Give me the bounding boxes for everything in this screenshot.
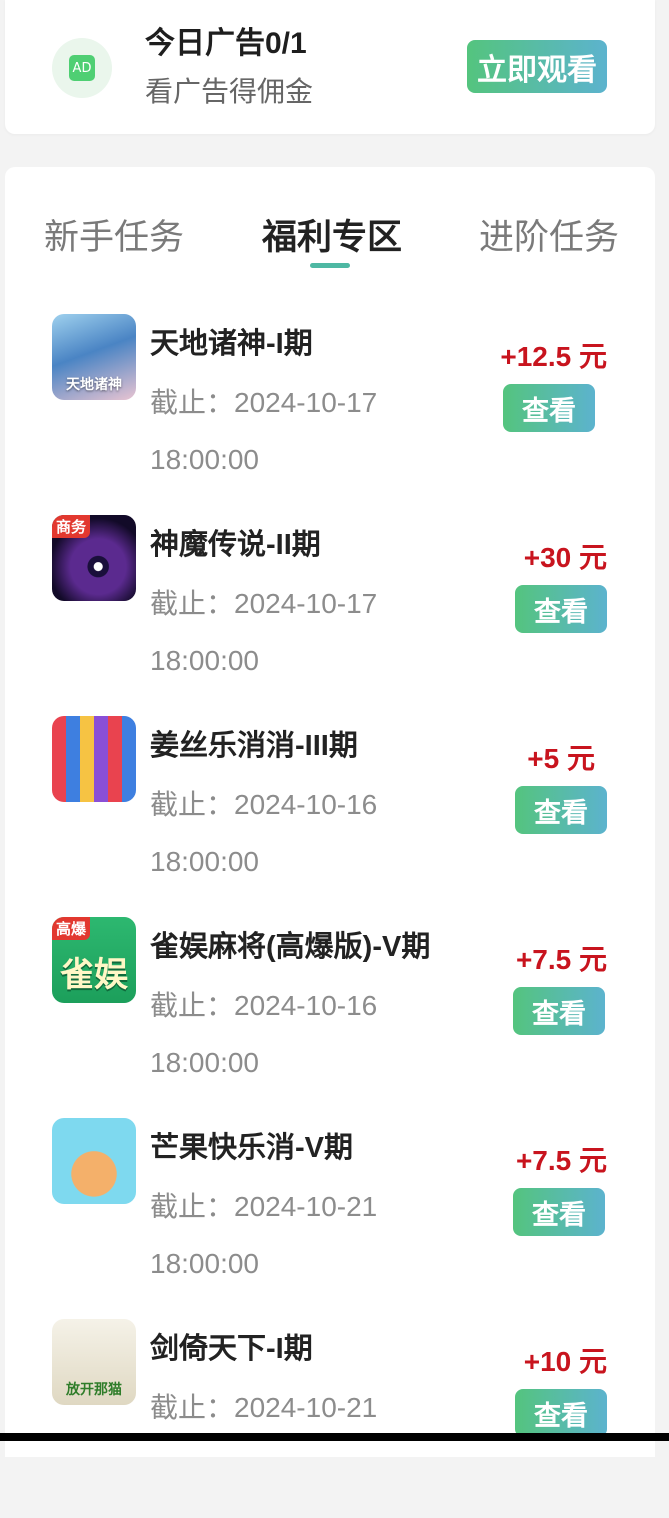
deadline-time: 18:00:00 — [150, 1047, 259, 1078]
task-reward: +7.5 元 — [515, 1145, 607, 1176]
thumbnail-badge: 商务 — [52, 515, 91, 538]
game-thumbnail: 商务 — [52, 515, 136, 601]
deadline-label: 截止： — [150, 990, 235, 1021]
thumbnail-caption: 放开那猫 — [66, 1381, 122, 1397]
thumbnail-caption: 天地诸神 — [66, 376, 122, 392]
tab-welfare-zone[interactable]: 福利专区 — [262, 209, 402, 260]
task-deadline: 截止：2024-10-16 18:00:00 — [150, 977, 410, 1091]
task-reward: +7.5 元 — [515, 944, 607, 975]
thumbnail-caption: 雀娱 — [60, 956, 128, 994]
deadline-date: 2024-10-17 — [234, 387, 378, 418]
deadline-time: 18:00:00 — [150, 444, 259, 475]
ad-icon: AD — [69, 55, 95, 81]
task-deadline: 截止：2024-10-21 — [150, 1379, 410, 1436]
ad-subtitle: 看广告得佣金 — [145, 76, 314, 107]
ad-card: AD 今日广告0/1 看广告得佣金 立即观看 — [5, 0, 655, 134]
deadline-label: 截止： — [150, 588, 235, 619]
task-name: 剑倚天下-I期 — [150, 1333, 313, 1365]
deadline-label: 截止： — [150, 387, 235, 418]
watch-now-button[interactable]: 立即观看 — [467, 40, 607, 93]
game-thumbnail: 天地诸神 — [52, 314, 136, 400]
deadline-label: 截止： — [150, 1392, 235, 1423]
deadline-date: 2024-10-21 — [234, 1191, 378, 1222]
view-button[interactable]: 查看 — [515, 585, 607, 633]
task-deadline: 截止：2024-10-16 18:00:00 — [150, 776, 410, 890]
task-name: 神魔传说-II期 — [150, 529, 321, 561]
task-name: 天地诸神-I期 — [150, 328, 313, 360]
view-button[interactable]: 查看 — [515, 1389, 607, 1437]
task-deadline: 截止：2024-10-17 18:00:00 — [150, 575, 410, 689]
game-thumbnail: 高爆 雀娱 — [52, 917, 136, 1003]
active-tab-indicator — [310, 263, 350, 268]
deadline-time: 18:00:00 — [150, 846, 259, 877]
task-item[interactable]: 高爆 雀娱 雀娱麻将(高爆版)-V期 截止：2024-10-16 18:00:00… — [5, 915, 655, 1116]
game-thumbnail: 放开那猫 — [52, 1319, 136, 1405]
ad-icon-circle: AD — [52, 38, 112, 98]
task-name: 姜丝乐消消-III期 — [150, 730, 358, 762]
task-deadline: 截止：2024-10-17 18:00:00 — [150, 374, 410, 488]
task-item[interactable]: 姜丝乐消消-III期 截止：2024-10-16 18:00:00 +5 元 查看 — [5, 714, 655, 915]
task-reward: +5 元 — [527, 743, 595, 774]
tab-advanced-tasks[interactable]: 进阶任务 — [479, 209, 619, 260]
task-reward: +12.5 元 — [500, 341, 607, 372]
deadline-label: 截止： — [150, 789, 235, 820]
task-reward: +10 元 — [523, 1346, 607, 1377]
deadline-time: 18:00:00 — [150, 645, 259, 676]
task-name: 雀娱麻将(高爆版)-V期 — [150, 931, 431, 963]
tab-newbie-tasks[interactable]: 新手任务 — [44, 209, 184, 260]
deadline-date: 2024-10-17 — [234, 588, 378, 619]
game-thumbnail — [52, 716, 136, 802]
deadline-label: 截止： — [150, 1191, 235, 1222]
view-button[interactable]: 查看 — [515, 786, 607, 834]
view-button[interactable]: 查看 — [513, 1188, 605, 1236]
task-deadline: 截止：2024-10-21 18:00:00 — [150, 1178, 410, 1292]
deadline-time: 18:00:00 — [150, 1248, 259, 1279]
task-card: 新手任务 福利专区 进阶任务 天地诸神 天地诸神-I期 截止：2024-10-1… — [5, 167, 655, 1457]
task-list: 天地诸神 天地诸神-I期 截止：2024-10-17 18:00:00 +12.5… — [5, 312, 655, 1518]
thumbnail-badge: 高爆 — [52, 917, 91, 940]
deadline-date: 2024-10-16 — [234, 789, 378, 820]
deadline-date: 2024-10-21 — [234, 1392, 378, 1423]
task-name: 芒果快乐消-V期 — [150, 1132, 354, 1164]
task-reward: +30 元 — [523, 542, 607, 573]
task-item[interactable]: 芒果快乐消-V期 截止：2024-10-21 18:00:00 +7.5 元 查看 — [5, 1116, 655, 1317]
task-item[interactable]: 商务 神魔传说-II期 截止：2024-10-17 18:00:00 +30 元 … — [5, 513, 655, 714]
task-item[interactable]: 天地诸神 天地诸神-I期 截止：2024-10-17 18:00:00 +12.5… — [5, 312, 655, 513]
task-item[interactable]: 放开那猫 剑倚天下-I期 截止：2024-10-21 +10 元 查看 — [5, 1317, 655, 1518]
game-thumbnail — [52, 1118, 136, 1204]
bottom-edge-bar — [0, 1433, 669, 1441]
view-button[interactable]: 查看 — [513, 987, 605, 1035]
view-button[interactable]: 查看 — [503, 384, 595, 432]
deadline-date: 2024-10-16 — [234, 990, 378, 1021]
ad-title: 今日广告0/1 — [145, 27, 307, 60]
